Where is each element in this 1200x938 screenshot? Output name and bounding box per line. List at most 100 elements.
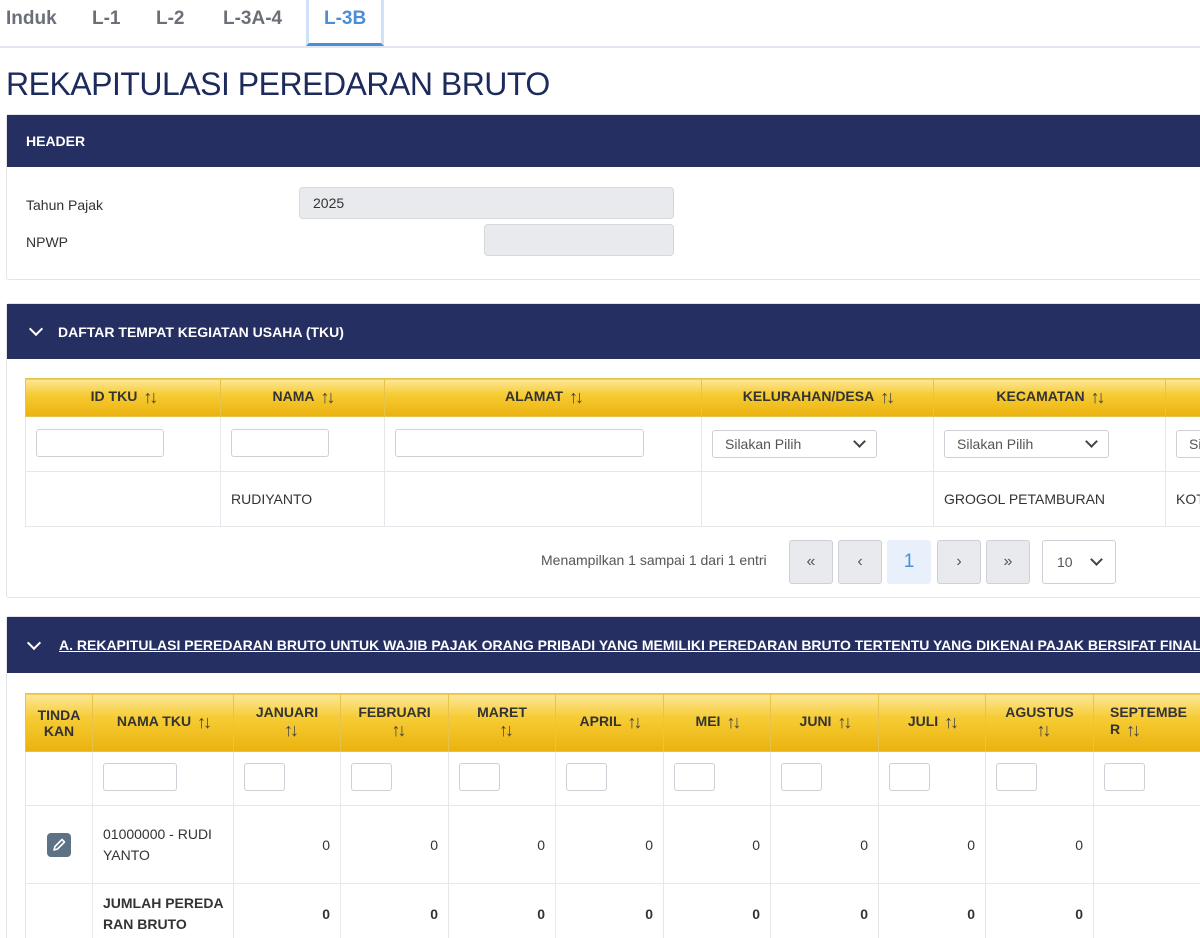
- cell-id-tku: [25, 471, 221, 527]
- total-agustus: 0: [985, 883, 1094, 938]
- filter-februari-input[interactable]: [351, 763, 392, 791]
- cell-juli: 0: [878, 805, 986, 884]
- col-next: [1165, 378, 1200, 417]
- sort-icon[interactable]: ↑↓: [569, 387, 584, 408]
- sort-icon[interactable]: ↑↓: [1091, 387, 1106, 408]
- rekap-panel-title[interactable]: A. REKAPITULASI PEREDARAN BRUTO UNTUK WA…: [7, 617, 1200, 673]
- total-maret: 0: [448, 883, 556, 938]
- tahun-pajak-label: Tahun Pajak: [26, 197, 104, 213]
- col-mei[interactable]: MEI ↑↓: [663, 693, 771, 752]
- tab-l3b[interactable]: L-3B: [306, 0, 385, 46]
- rekap-table: TINDA KAN NAMA TKU ↑↓ JANUARI ↑↓ FEBRUARI ↑↓…: [25, 693, 1200, 938]
- cell-september: 0: [1093, 805, 1200, 884]
- sort-icon[interactable]: ↑↓: [284, 720, 299, 741]
- cell-nama: RUDIYANTO: [220, 471, 385, 527]
- rekap-filter-row: [25, 751, 1200, 806]
- col-april[interactable]: APRIL ↑↓: [555, 693, 664, 752]
- filter-september-input[interactable]: [1104, 763, 1145, 791]
- page-title: REKAPITULASI PEREDARAN BRUTO: [6, 66, 550, 102]
- total-label: JUMLAH PEREDA RAN BRUTO: [92, 883, 234, 938]
- col-agustus[interactable]: AGUSTUS ↑↓: [985, 693, 1094, 752]
- total-september: 0: [1093, 883, 1200, 938]
- col-maret[interactable]: MARET ↑↓: [448, 693, 556, 752]
- total-februari: 0: [340, 883, 449, 938]
- edit-icon[interactable]: [47, 832, 71, 857]
- tku-table: ID TKU ↑↓ NAMA ↑↓ ALAMAT ↑↓ KELURAHAN/DESA ↑…: [25, 378, 1200, 527]
- tab-bar: Induk L-1 L-2 L-3A-4 L-3B: [0, 0, 1200, 48]
- col-alamat[interactable]: ALAMAT ↑↓: [384, 378, 702, 417]
- total-juli: 0: [878, 883, 986, 938]
- sort-icon[interactable]: ↑↓: [726, 712, 741, 733]
- tab-l1[interactable]: L-1: [92, 0, 121, 46]
- cell-kelurahan: [701, 471, 934, 527]
- total-januari: 0: [233, 883, 341, 938]
- cell-kecamatan: GROGOL PETAMBURAN: [933, 471, 1166, 527]
- sort-icon[interactable]: ↑↓: [392, 720, 407, 741]
- cell-april: 0: [555, 805, 664, 884]
- filter-id-tku-input[interactable]: [36, 428, 164, 457]
- tab-l2[interactable]: L-2: [156, 0, 185, 46]
- chevron-down-icon: [1085, 435, 1098, 448]
- sort-icon[interactable]: ↑↓: [197, 712, 212, 733]
- col-september[interactable]: SEPTEMBE R ↑↓: [1093, 693, 1200, 752]
- header-panel: HEADER Tahun Pajak 2025 NPWP: [6, 114, 1200, 280]
- rekap-header-row: TINDA KAN NAMA TKU ↑↓ JANUARI ↑↓ FEBRUARI ↑↓…: [25, 693, 1200, 752]
- cell-maret: 0: [448, 805, 556, 884]
- sort-icon[interactable]: ↑↓: [880, 387, 895, 408]
- tku-panel-title[interactable]: DAFTAR TEMPAT KEGIATAN USAHA (TKU): [7, 304, 1200, 359]
- header-title-text: HEADER: [26, 133, 86, 149]
- col-kecamatan[interactable]: KECAMATAN ↑↓: [933, 378, 1166, 417]
- col-kelurahan[interactable]: KELURAHAN/DESA ↑↓: [701, 378, 934, 417]
- filter-juli-input[interactable]: [889, 763, 930, 791]
- filter-maret-input[interactable]: [459, 763, 500, 791]
- tahun-pajak-field[interactable]: 2025: [299, 187, 674, 219]
- filter-alamat-input[interactable]: [395, 428, 644, 457]
- cell-alamat: [384, 471, 702, 527]
- last-page-button[interactable]: »: [986, 540, 1030, 584]
- sort-icon[interactable]: ↑↓: [1126, 720, 1141, 741]
- tku-filter-row: Silakan Pilih Silakan Pilih Si: [25, 416, 1200, 472]
- col-nama-tku[interactable]: NAMA TKU ↑↓: [92, 693, 234, 752]
- total-mei: 0: [663, 883, 771, 938]
- sort-icon[interactable]: ↑↓: [143, 387, 158, 408]
- filter-nama-input[interactable]: [231, 428, 329, 457]
- current-page-button[interactable]: 1: [887, 540, 931, 584]
- chevron-down-icon[interactable]: [28, 321, 44, 337]
- total-april: 0: [555, 883, 664, 938]
- col-juli[interactable]: JULI ↑↓: [878, 693, 986, 752]
- sort-icon[interactable]: ↑↓: [628, 712, 643, 733]
- filter-agustus-input[interactable]: [996, 763, 1037, 791]
- next-page-button[interactable]: ›: [937, 540, 981, 584]
- chevron-down-icon: [1090, 553, 1103, 566]
- sort-icon[interactable]: ↑↓: [321, 387, 336, 408]
- table-row[interactable]: RUDIYANTO GROGOL PETAMBURAN KOT: [25, 471, 1200, 527]
- filter-april-input[interactable]: [566, 763, 607, 791]
- filter-kelurahan-select[interactable]: Silakan Pilih: [712, 430, 877, 458]
- filter-next-select[interactable]: Si: [1176, 430, 1200, 458]
- col-nama[interactable]: NAMA ↑↓: [220, 378, 385, 417]
- col-juni[interactable]: JUNI ↑↓: [770, 693, 879, 752]
- page-size-select[interactable]: 10: [1042, 540, 1116, 584]
- col-februari[interactable]: FEBRUARI ↑↓: [340, 693, 449, 752]
- filter-kecamatan-select[interactable]: Silakan Pilih: [944, 430, 1109, 458]
- col-id-tku[interactable]: ID TKU ↑↓: [25, 378, 221, 417]
- sort-icon[interactable]: ↑↓: [499, 720, 514, 741]
- chevron-down-icon[interactable]: [26, 635, 42, 650]
- filter-januari-input[interactable]: [244, 763, 285, 791]
- sort-icon[interactable]: ↑↓: [1037, 720, 1052, 741]
- filter-nama-tku-input[interactable]: [103, 763, 177, 791]
- tab-induk[interactable]: Induk: [6, 0, 57, 46]
- tab-l3a4[interactable]: L-3A-4: [223, 0, 282, 46]
- filter-mei-input[interactable]: [674, 763, 715, 791]
- prev-page-button[interactable]: ‹: [838, 540, 882, 584]
- col-januari[interactable]: JANUARI ↑↓: [233, 693, 341, 752]
- sort-icon[interactable]: ↑↓: [944, 712, 959, 733]
- sort-icon[interactable]: ↑↓: [837, 712, 852, 733]
- npwp-field[interactable]: [484, 224, 674, 256]
- first-page-button[interactable]: «: [789, 540, 833, 584]
- table-row[interactable]: 01000000 - RUDIYANTO 0 0 0 0 0 0 0 0 0: [25, 805, 1200, 884]
- cell-nama-tku: 01000000 - RUDI YANTO: [92, 805, 234, 884]
- header-panel-title: HEADER: [7, 115, 1200, 167]
- total-juni: 0: [770, 883, 879, 938]
- filter-juni-input[interactable]: [781, 763, 822, 791]
